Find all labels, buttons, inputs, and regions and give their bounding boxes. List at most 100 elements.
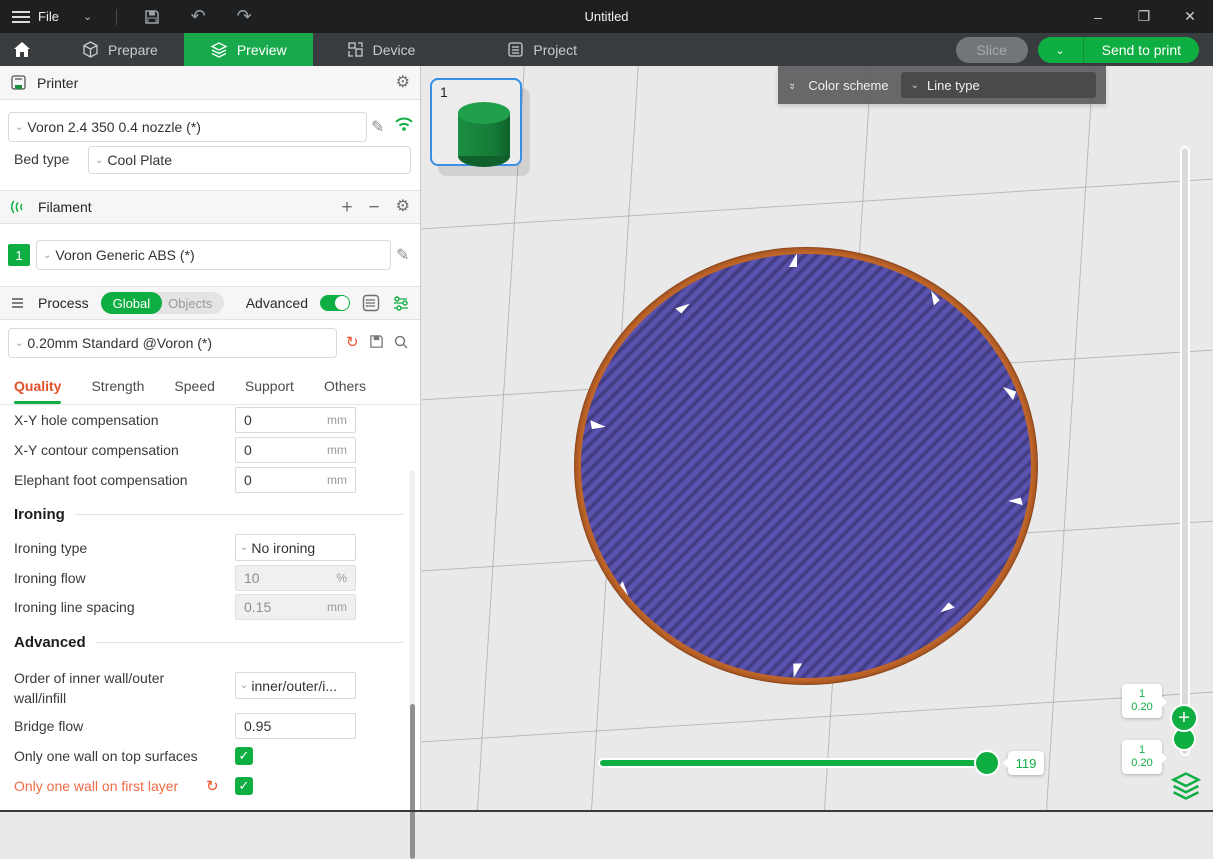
bridge-flow-input[interactable]: 0.95 bbox=[235, 713, 356, 739]
filament-slot-badge: 1 bbox=[8, 244, 30, 266]
tab-project[interactable]: Project bbox=[481, 33, 603, 66]
grid-line bbox=[422, 687, 1213, 745]
add-layer-marker-button[interactable]: + bbox=[1170, 704, 1198, 732]
filament-edit-icon[interactable]: ✎ bbox=[396, 245, 409, 265]
setting-label-modified: Only one wall on first layer bbox=[14, 778, 178, 794]
app-window: Untitled File ⌄ ↶ ↷ – ❐ ✕ Prepare bbox=[0, 0, 1213, 812]
advanced-toggle-label: Advanced bbox=[246, 295, 308, 311]
scope-objects-option[interactable]: Objects bbox=[162, 296, 224, 311]
grid-line bbox=[470, 66, 528, 812]
send-to-print-button[interactable]: Send to print bbox=[1084, 37, 1199, 63]
chevron-down-icon: ⌄ bbox=[15, 122, 23, 133]
tab-prepare[interactable]: Prepare bbox=[56, 33, 184, 66]
step-slider-track[interactable] bbox=[598, 758, 996, 768]
cube-icon bbox=[82, 41, 99, 58]
printer-preset-select[interactable]: ⌄ Voron 2.4 350 0.4 nozzle (*) bbox=[8, 112, 367, 142]
layer-range-top-badge: 1 0.20 bbox=[1122, 684, 1162, 718]
process-reset-icon[interactable]: ↻ bbox=[346, 333, 359, 351]
line-type-select[interactable]: ⌄ Line type bbox=[901, 72, 1096, 98]
redo-icon[interactable]: ↷ bbox=[233, 6, 255, 28]
wall-order-select[interactable]: ⌄ inner/outer/i... bbox=[235, 672, 356, 699]
file-menu-button[interactable]: File bbox=[12, 9, 59, 24]
project-icon bbox=[507, 41, 524, 58]
process-tune-icon[interactable] bbox=[392, 294, 410, 312]
filament-section-header: Filament + − ⚙ bbox=[0, 190, 420, 224]
add-filament-button[interactable]: + bbox=[341, 198, 352, 217]
undo-icon[interactable]: ↶ bbox=[187, 6, 209, 28]
step-slider-handle[interactable] bbox=[974, 750, 1000, 776]
chevron-down-icon: ⌄ bbox=[43, 250, 51, 261]
xy-hole-compensation-input[interactable]: 0mm bbox=[235, 407, 356, 433]
process-save-icon[interactable] bbox=[369, 334, 384, 349]
save-icon[interactable] bbox=[141, 6, 163, 28]
sliced-layer-infill bbox=[581, 254, 1031, 678]
setting-reset-icon[interactable]: ↻ bbox=[206, 777, 219, 795]
printer-edit-icon[interactable]: ✎ bbox=[371, 117, 384, 137]
maximize-button[interactable]: ❐ bbox=[1121, 0, 1167, 33]
ironing-group-header: Ironing bbox=[14, 506, 404, 523]
tab-preview[interactable]: Preview bbox=[184, 33, 313, 66]
chevron-down-icon: ⌄ bbox=[95, 155, 103, 166]
chevron-down-icon: ⌄ bbox=[240, 542, 248, 553]
filament-settings-gear-icon[interactable]: ⚙ bbox=[396, 199, 410, 215]
preview-viewport[interactable]: 1 ⌄⌄ Color scheme ⌄ Line type 1 0.20 1 0… bbox=[422, 66, 1213, 812]
filament-section-title: Filament bbox=[38, 199, 92, 215]
home-button[interactable] bbox=[0, 33, 44, 66]
tab-support[interactable]: Support bbox=[245, 370, 294, 404]
tab-quality[interactable]: Quality bbox=[14, 370, 61, 404]
send-to-print-group: ⌄ Send to print bbox=[1038, 37, 1199, 63]
setting-label: Only one wall on top surfaces bbox=[14, 748, 198, 764]
plate-thumbnail[interactable]: 1 bbox=[430, 78, 522, 166]
layers-icon bbox=[210, 41, 228, 59]
bed-type-select[interactable]: ⌄ Cool Plate bbox=[88, 146, 411, 174]
printer-icon bbox=[10, 74, 27, 91]
collapse-chevrons-icon[interactable]: ⌄⌄ bbox=[788, 80, 796, 90]
close-button[interactable]: ✕ bbox=[1167, 0, 1213, 33]
layers-view-icon[interactable] bbox=[1170, 770, 1202, 802]
only-one-wall-top-checkbox[interactable]: ✓ bbox=[235, 747, 253, 765]
setting-label: Ironing flow bbox=[14, 570, 86, 586]
layer-range-bottom-badge: 1 0.20 bbox=[1122, 740, 1162, 774]
filament-preset-value: Voron Generic ABS (*) bbox=[55, 247, 194, 263]
remove-filament-button[interactable]: − bbox=[369, 198, 380, 217]
process-preset-value: 0.20mm Standard @Voron (*) bbox=[27, 335, 212, 351]
process-section-title: Process bbox=[38, 295, 89, 311]
printer-settings-gear-icon[interactable]: ⚙ bbox=[396, 75, 410, 91]
file-menu-chevron-icon[interactable]: ⌄ bbox=[83, 10, 92, 23]
process-preset-select[interactable]: ⌄ 0.20mm Standard @Voron (*) bbox=[8, 328, 337, 358]
scope-global-option[interactable]: Global bbox=[101, 292, 163, 314]
elephant-foot-compensation-input[interactable]: 0mm bbox=[235, 467, 356, 493]
title-bar: Untitled File ⌄ ↶ ↷ – ❐ ✕ bbox=[0, 0, 1213, 33]
advanced-toggle[interactable] bbox=[320, 295, 350, 311]
process-search-icon[interactable] bbox=[393, 334, 409, 350]
chevron-down-icon: ⌄ bbox=[15, 338, 23, 349]
xy-contour-compensation-input[interactable]: 0mm bbox=[235, 437, 356, 463]
parameter-list-icon[interactable] bbox=[362, 294, 380, 312]
filament-preset-select[interactable]: ⌄ Voron Generic ABS (*) bbox=[36, 240, 391, 270]
ironing-line-spacing-input: 0.15mm bbox=[235, 594, 356, 620]
ironing-type-select[interactable]: ⌄ No ironing bbox=[235, 534, 356, 561]
process-scope-toggle[interactable]: Global Objects bbox=[101, 292, 225, 314]
tab-others[interactable]: Others bbox=[324, 370, 366, 404]
only-one-wall-first-layer-checkbox[interactable]: ✓ bbox=[235, 777, 253, 795]
color-scheme-bar: ⌄⌄ Color scheme ⌄ Line type bbox=[778, 66, 1106, 104]
process-section-header: Process Global Objects Advanced bbox=[0, 286, 420, 320]
send-options-chevron-icon[interactable]: ⌄ bbox=[1038, 37, 1084, 63]
tab-strength[interactable]: Strength bbox=[91, 370, 144, 404]
sliced-layer-outer-wall bbox=[574, 247, 1038, 685]
setting-label: X-Y contour compensation bbox=[14, 442, 179, 458]
plate-number: 1 bbox=[440, 84, 448, 100]
layer-slider-track[interactable] bbox=[1180, 146, 1190, 756]
printer-preset-value: Voron 2.4 350 0.4 nozzle (*) bbox=[27, 119, 201, 135]
tab-speed[interactable]: Speed bbox=[174, 370, 214, 404]
minimize-button[interactable]: – bbox=[1075, 0, 1121, 33]
panel-scrollbar-thumb[interactable] bbox=[410, 704, 415, 859]
slice-button[interactable]: Slice bbox=[956, 37, 1028, 63]
setting-label: Ironing line spacing bbox=[14, 599, 135, 615]
process-layers-icon bbox=[10, 295, 28, 311]
advanced-group-header: Advanced bbox=[14, 634, 404, 651]
bed-type-label: Bed type bbox=[14, 151, 69, 167]
printer-wifi-icon[interactable] bbox=[394, 116, 414, 132]
printer-section-title: Printer bbox=[37, 75, 78, 91]
tab-device[interactable]: Device bbox=[321, 33, 442, 66]
